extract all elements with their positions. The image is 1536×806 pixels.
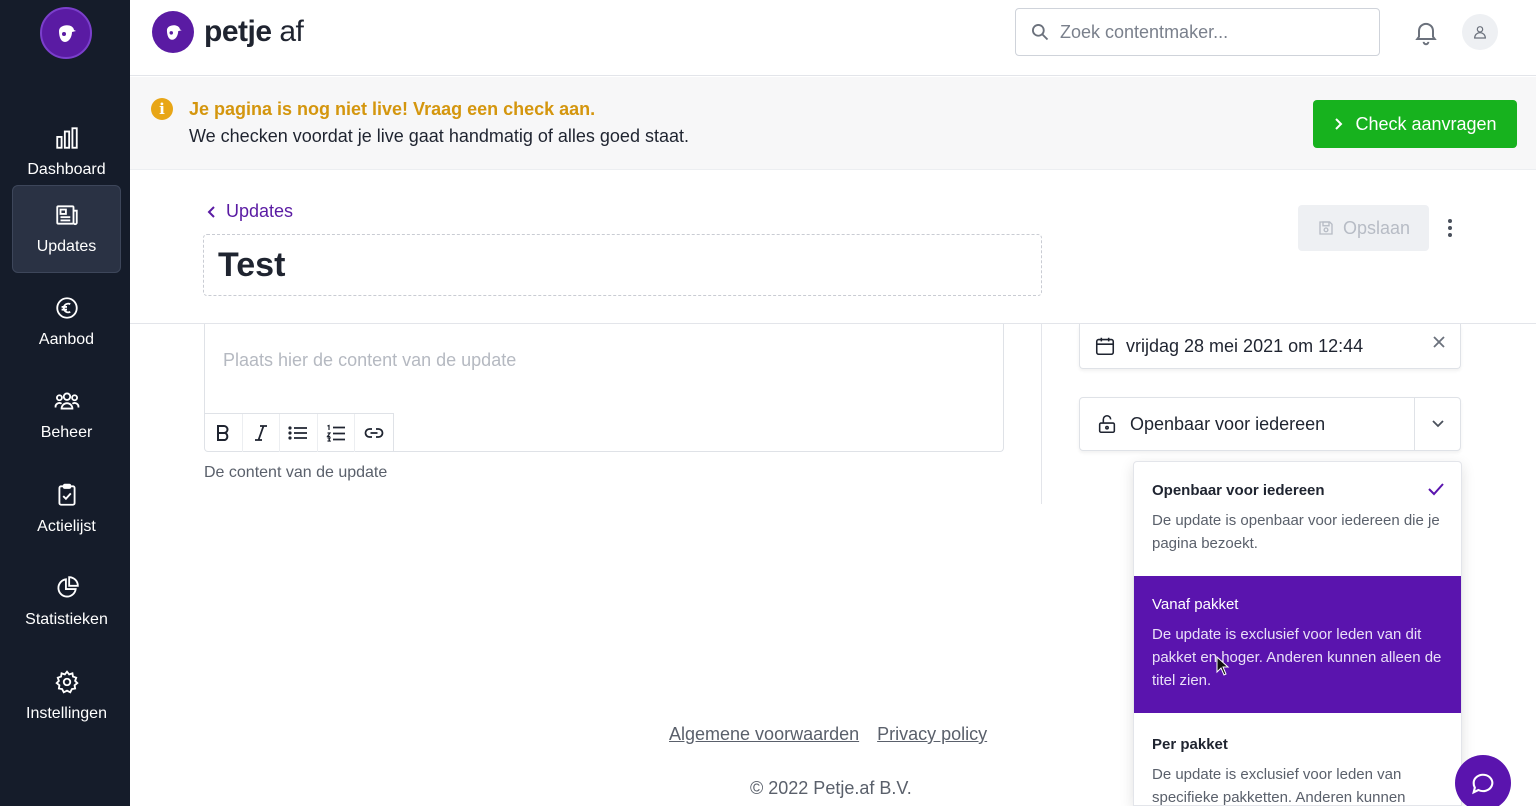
back-to-updates-link[interactable]: Updates xyxy=(206,201,293,222)
search-icon xyxy=(1032,24,1049,41)
chat-icon xyxy=(1472,773,1494,795)
sidebar-item-label: Actielijst xyxy=(37,518,96,535)
option-public[interactable]: Openbaar voor iedereen De update is open… xyxy=(1134,462,1461,576)
petje-logo-icon xyxy=(59,25,76,42)
banner-text: We checken voordat je live gaat handmati… xyxy=(189,126,689,146)
unlock-icon xyxy=(1098,414,1116,434)
chat-button[interactable] xyxy=(1455,755,1511,806)
visibility-dropdown: Openbaar voor iedereen De update is open… xyxy=(1133,461,1462,806)
option-from-package[interactable]: Vanaf pakket De update is exclusief voor… xyxy=(1134,576,1461,713)
bullet-list-icon xyxy=(288,426,308,440)
content-placeholder: Plaats hier de content van de update xyxy=(223,350,517,370)
footer-links: Algemene voorwaarden Privacy policy xyxy=(669,724,987,745)
editor-toolbar xyxy=(205,413,394,452)
option-description: De update is openbaar voor iedereen die … xyxy=(1152,512,1440,552)
avatar[interactable] xyxy=(1462,14,1498,50)
link-icon xyxy=(364,428,384,438)
visibility-select[interactable]: Openbaar voor iedereen xyxy=(1079,397,1461,451)
bar-chart-icon xyxy=(55,127,78,149)
checkmark-icon xyxy=(1428,483,1444,496)
column-divider xyxy=(1041,324,1042,504)
option-title: Per pakket xyxy=(1152,736,1228,753)
content-editor[interactable]: Plaats hier de content van de update xyxy=(204,324,1004,452)
banner-title: Je pagina is nog niet live! Vraag een ch… xyxy=(189,99,596,119)
users-icon xyxy=(54,392,79,410)
sidebar-item-label: Beheer xyxy=(40,424,93,441)
top-bar: petje af xyxy=(130,0,1536,76)
sidebar: Dashboard Updates Aanbod Beheer Actielij… xyxy=(0,0,130,806)
sidebar-item-actielijst[interactable]: Actielijst xyxy=(12,465,121,553)
option-title: Openbaar voor iedereen xyxy=(1152,482,1325,499)
search-input[interactable] xyxy=(1060,21,1360,43)
bell-icon[interactable] xyxy=(1412,18,1440,46)
sidebar-item-label: Aanbod xyxy=(38,331,95,348)
sidebar-item-instellingen[interactable]: Instellingen xyxy=(12,652,121,740)
copyright: © 2022 Petje.af B.V. xyxy=(750,778,912,798)
brand-name: petje af xyxy=(204,15,304,48)
gear-icon xyxy=(54,670,79,694)
bold-button[interactable] xyxy=(205,414,243,452)
chevron-left-icon xyxy=(207,205,215,218)
sidebar-item-statistieken[interactable]: Statistieken xyxy=(12,558,121,646)
pie-chart-icon xyxy=(57,576,79,598)
save-icon xyxy=(1319,221,1333,235)
check-request-button[interactable]: Check aanvragen xyxy=(1313,100,1517,148)
back-link-label: Updates xyxy=(226,201,294,221)
sidebar-item-dashboard[interactable]: Dashboard xyxy=(12,108,121,196)
calendar-icon xyxy=(1095,337,1115,356)
sidebar-item-aanbod[interactable]: Aanbod xyxy=(12,278,121,366)
save-label: Opslaan xyxy=(1342,217,1411,238)
numbered-list-icon xyxy=(326,424,345,442)
euro-icon xyxy=(55,297,78,319)
newspaper-icon xyxy=(55,205,78,226)
terms-link[interactable]: Algemene voorwaarden xyxy=(669,724,859,745)
sidebar-item-label: Statistieken xyxy=(25,611,108,628)
visibility-value: Openbaar voor iedereen xyxy=(1130,413,1326,434)
update-title-field[interactable]: Test xyxy=(203,234,1042,296)
link-button[interactable] xyxy=(355,414,393,452)
bullet-list-button[interactable] xyxy=(280,414,318,452)
privacy-link[interactable]: Privacy policy xyxy=(877,724,987,745)
content-helper-text: De content van de update xyxy=(204,464,388,481)
option-per-package[interactable]: Per pakket De update is exclusief voor l… xyxy=(1134,713,1461,806)
bold-icon xyxy=(217,425,229,441)
brand[interactable]: petje af xyxy=(152,11,304,53)
publish-date-field[interactable]: vrijdag 28 mei 2021 om 12:44 xyxy=(1079,324,1461,369)
more-options-icon[interactable] xyxy=(1440,216,1460,240)
mouse-cursor-icon xyxy=(1216,656,1230,676)
user-icon xyxy=(1474,26,1486,39)
not-live-banner: i Je pagina is nog niet live! Vraag een … xyxy=(130,77,1536,170)
petje-logo[interactable] xyxy=(40,7,92,59)
check-request-label: Check aanvragen xyxy=(1355,113,1497,134)
chevron-right-icon xyxy=(1335,118,1343,130)
info-icon: i xyxy=(151,98,173,120)
sidebar-item-label: Updates xyxy=(36,238,97,255)
publish-date-value: vrijdag 28 mei 2021 om 12:44 xyxy=(1126,335,1364,356)
save-button[interactable]: Opslaan xyxy=(1298,205,1429,251)
sidebar-item-label: Instellingen xyxy=(26,705,107,722)
search-box[interactable] xyxy=(1015,8,1380,56)
sidebar-item-beheer[interactable]: Beheer xyxy=(12,371,121,459)
italic-button[interactable] xyxy=(243,414,280,452)
close-icon[interactable] xyxy=(1432,335,1446,349)
sidebar-item-label: Dashboard xyxy=(27,161,106,178)
petje-logo-icon xyxy=(152,11,194,53)
option-description: De update is exclusief voor leden van sp… xyxy=(1152,766,1406,806)
italic-icon xyxy=(254,425,267,441)
option-title: Vanaf pakket xyxy=(1152,596,1239,613)
option-description: De update is exclusief voor leden van di… xyxy=(1152,626,1442,689)
chevron-down-icon[interactable] xyxy=(1414,398,1460,450)
sidebar-item-updates[interactable]: Updates xyxy=(12,185,121,273)
clipboard-check-icon xyxy=(57,483,76,506)
numbered-list-button[interactable] xyxy=(318,414,355,452)
